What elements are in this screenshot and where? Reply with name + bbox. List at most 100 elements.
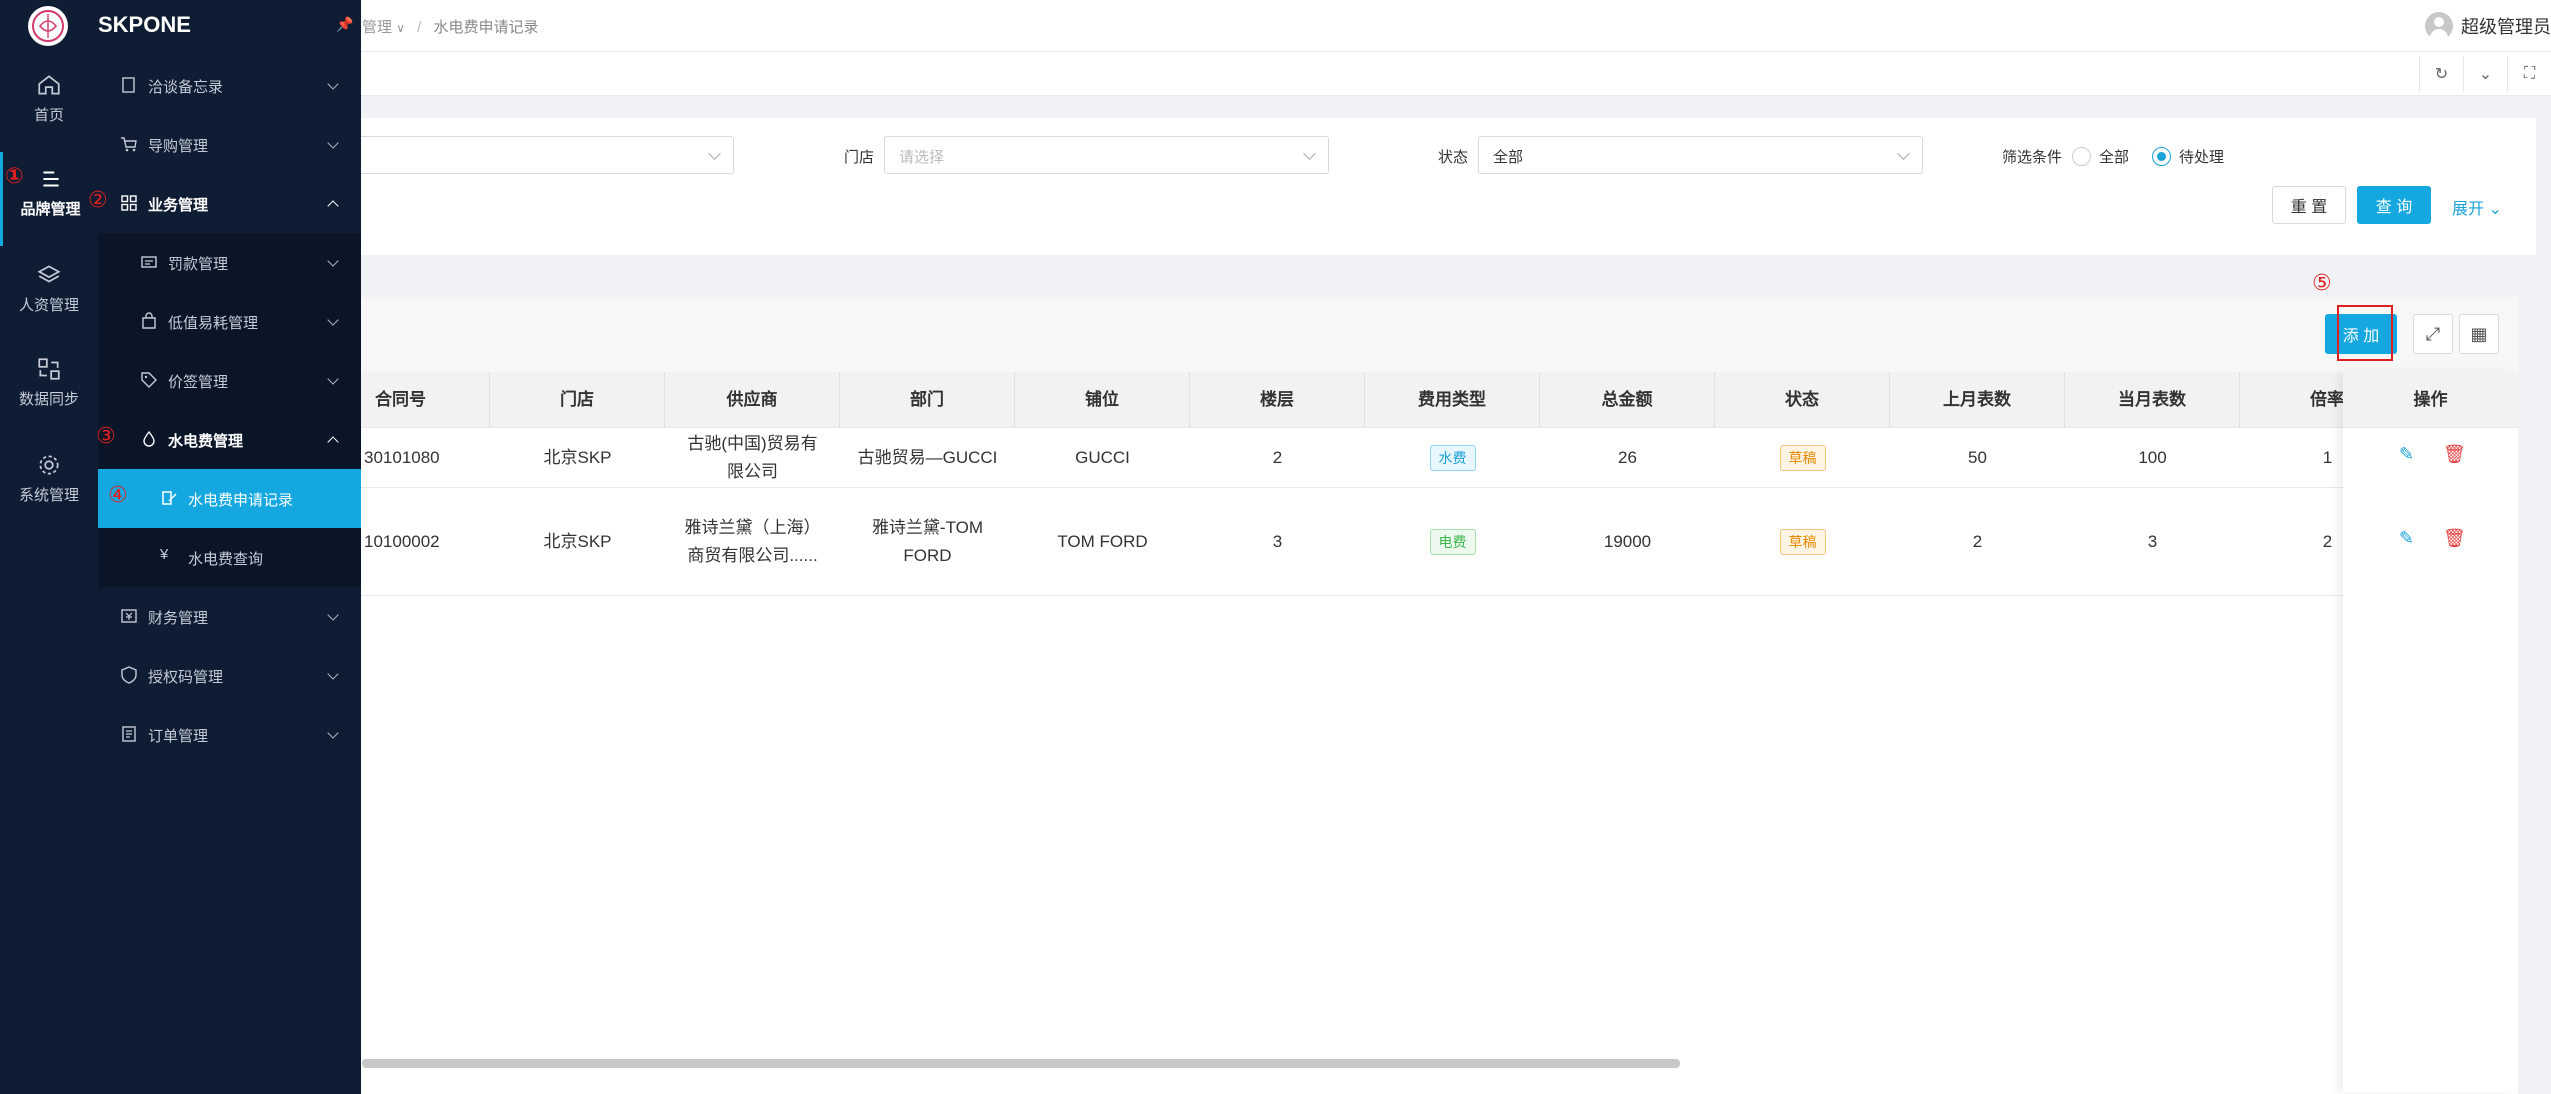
edit-doc-icon <box>160 489 178 507</box>
main-area: 管理 ∨ / 水电费申请记录 超级管理员 ↻ ⌄ ⛶ 门店 请选择 状态 全部 … <box>0 0 2551 1094</box>
user-menu[interactable]: 超级管理员 <box>2425 12 2551 40</box>
rail-item-hr[interactable]: 人资管理 <box>0 248 98 342</box>
status-badge: 草稿 <box>1780 529 1826 555</box>
cell-dept: 古驰贸易—GUCCI <box>840 428 1015 488</box>
home-icon <box>36 72 62 98</box>
menu-item-utility-query[interactable]: ¥ 水电费查询 <box>98 528 361 587</box>
menu-label: 订单管理 <box>148 725 208 746</box>
menu-label: 水电费查询 <box>188 548 263 569</box>
columns-icon[interactable]: ▦ <box>2459 314 2499 354</box>
menu-item-utilities[interactable]: ③ 水电费管理 <box>98 410 361 469</box>
menu-item-fines[interactable]: 罚款管理 <box>98 233 361 292</box>
cell-shop: TOM FORD <box>1015 488 1190 596</box>
menu-item-memo[interactable]: 洽谈备忘录 <box>98 56 361 115</box>
menu-item-utility-records[interactable]: ④ 水电费申请记录 <box>98 469 361 528</box>
pin-icon[interactable]: 📌 <box>336 16 353 33</box>
menu-item-consumables[interactable]: 低值易耗管理 <box>98 292 361 351</box>
rail-item-sync[interactable]: 数据同步 <box>0 342 98 436</box>
finance-icon <box>120 607 138 625</box>
condition-all-label: 全部 <box>2099 146 2129 167</box>
sync-icon <box>36 356 62 382</box>
user-name: 超级管理员 <box>2461 13 2551 39</box>
trash-icon[interactable]: 🗑 <box>2443 444 2466 465</box>
rail-label: 人资管理 <box>19 297 79 314</box>
menu-item-guide[interactable]: 导购管理 <box>98 115 361 174</box>
tab-bar: ↻ ⌄ ⛶ <box>0 52 2551 96</box>
rail-label: 首页 <box>34 107 64 124</box>
edit-icon[interactable]: ✎ <box>2399 444 2414 465</box>
breadcrumb: 管理 ∨ / 水电费申请记录 <box>362 16 539 37</box>
yen-icon: ¥ <box>160 546 178 564</box>
refresh-icon[interactable]: ↻ <box>2419 56 2463 92</box>
reset-button[interactable]: 重 置 <box>2272 186 2346 224</box>
expand-arrows-icon[interactable]: ⤢ <box>2413 314 2453 354</box>
edit-icon[interactable]: ✎ <box>2399 528 2414 549</box>
menu-item-finance[interactable]: 财务管理 <box>98 587 361 646</box>
menu-item-auth-codes[interactable]: 授权码管理 <box>98 646 361 705</box>
layers-icon <box>36 262 62 288</box>
menu-item-business[interactable]: ② 业务管理 <box>98 174 361 233</box>
condition-pending-radio[interactable]: 待处理 <box>2152 146 2224 167</box>
col-last-reading: 上月表数 <box>1890 372 2065 428</box>
condition-pending-label: 待处理 <box>2179 146 2224 167</box>
menu-item-price-tags[interactable]: 价签管理 <box>98 351 361 410</box>
first-filter-select[interactable] <box>350 136 734 174</box>
menu-label: 业务管理 <box>148 194 208 215</box>
menu-label: 洽谈备忘录 <box>148 76 223 97</box>
col-supplier: 供应商 <box>665 372 840 428</box>
top-bar: 管理 ∨ / 水电费申请记录 超级管理员 <box>0 0 2551 52</box>
breadcrumb-parent[interactable]: 管理 <box>362 19 392 36</box>
cell-floor: 3 <box>1190 488 1365 596</box>
filter-panel: 门店 请选择 状态 全部 筛选条件 全部 待处理 重 置 查 询 <box>0 118 2536 255</box>
cell-current-reading: 100 <box>2065 428 2240 488</box>
annotation-4: ④ <box>108 483 128 508</box>
annotation-5: ⑤ <box>2312 271 2332 296</box>
trash-icon[interactable]: 🗑 <box>2443 528 2466 549</box>
condition-all-radio[interactable]: 全部 <box>2072 146 2129 167</box>
chevron-down-icon <box>327 255 338 266</box>
rail-label: 品牌管理 <box>20 201 80 218</box>
cell-store: 北京SKP <box>490 488 665 596</box>
chevron-down-icon <box>327 373 338 384</box>
rail-item-home[interactable]: 首页 <box>0 58 98 152</box>
menu-item-orders[interactable]: 订单管理 <box>98 705 361 764</box>
chevron-down-icon <box>1303 147 1316 160</box>
query-button[interactable]: 查 询 <box>2357 186 2431 224</box>
rail-item-system[interactable]: 系统管理 <box>0 438 98 532</box>
sidebar-menu: SKPONE 📌 洽谈备忘录 导购管理 ② 业务管理 罚款管理 低值易耗管理 价… <box>98 0 361 1094</box>
menu-label: 财务管理 <box>148 607 208 628</box>
status-label: 状态 <box>1438 146 1468 167</box>
cell-supplier: 雅诗兰黛（上海）商贸有限公司...... <box>665 488 840 596</box>
rail-item-brand[interactable]: ① 品牌管理 <box>0 152 98 246</box>
drop-icon <box>140 430 158 448</box>
cell-supplier: 古驰(中国)贸易有限公司 <box>665 428 840 488</box>
brand-header: SKPONE 📌 <box>98 0 361 52</box>
store-select[interactable]: 请选择 <box>884 136 1329 174</box>
expand-toggle[interactable]: 展开 ⌄ <box>2452 195 2502 219</box>
bag-icon <box>140 312 158 330</box>
cell-fee-type: 水费 <box>1365 428 1540 488</box>
cart-icon <box>120 135 138 153</box>
grid-icon <box>120 194 138 212</box>
col-store: 门店 <box>490 372 665 428</box>
shield-icon <box>120 666 138 684</box>
cell-status: 草稿 <box>1715 428 1890 488</box>
chevron-down-icon[interactable]: ⌄ <box>2463 56 2507 92</box>
col-dept: 部门 <box>840 372 1015 428</box>
status-select[interactable]: 全部 <box>1478 136 1923 174</box>
cell-total: 26 <box>1540 428 1715 488</box>
highlight-box <box>2337 305 2393 361</box>
col-status: 状态 <box>1715 372 1890 428</box>
horizontal-scrollbar[interactable] <box>362 1059 1680 1068</box>
fee-type-tag: 电费 <box>1430 529 1476 555</box>
cell-last-reading: 2 <box>1890 488 2065 596</box>
fullscreen-icon[interactable]: ⛶ <box>2507 56 2551 92</box>
table-row[interactable]: 10100002 北京SKP 雅诗兰黛（上海）商贸有限公司...... 雅诗兰黛… <box>0 488 2518 596</box>
rail-label: 数据同步 <box>19 391 79 408</box>
tag-icon <box>140 371 158 389</box>
radio-circle-checked <box>2152 147 2171 166</box>
chevron-up-icon <box>327 436 338 447</box>
chevron-down-icon <box>327 609 338 620</box>
table-row[interactable]: 30101080 北京SKP 古驰(中国)贸易有限公司 古驰贸易—GUCCI G… <box>0 428 2518 488</box>
annotation-3: ③ <box>96 424 116 449</box>
